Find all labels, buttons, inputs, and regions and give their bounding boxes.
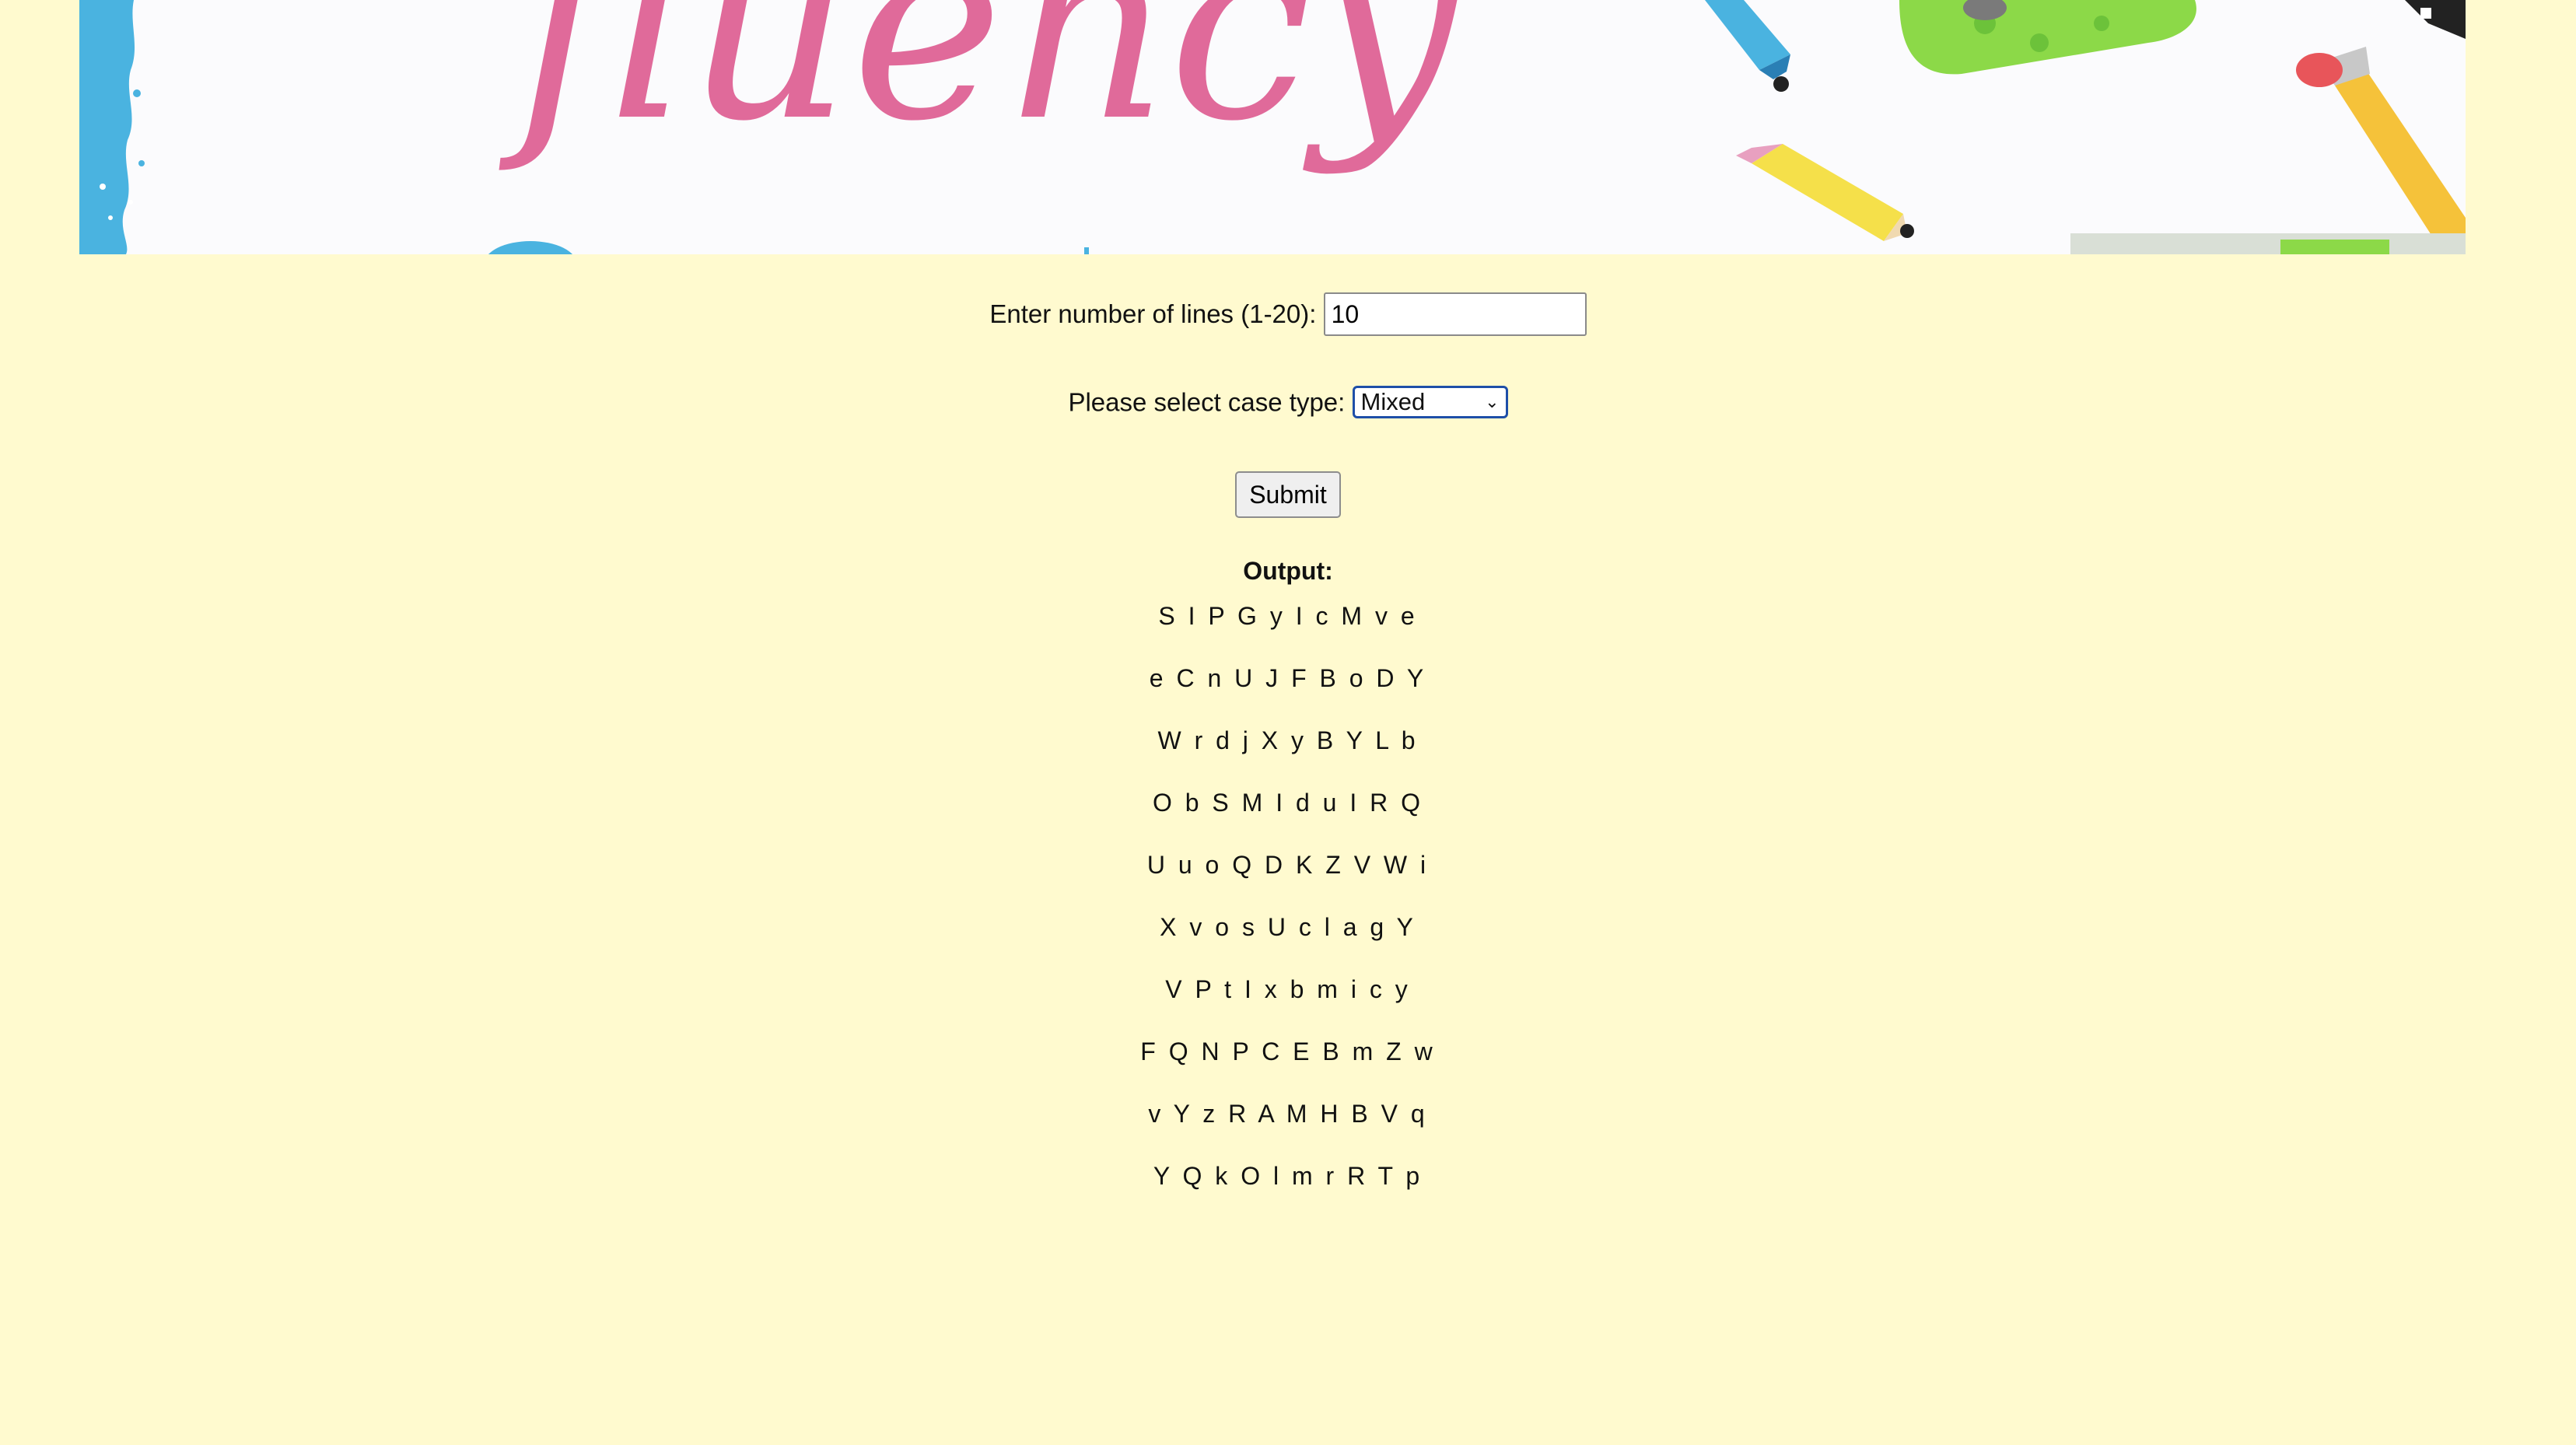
case-type-select[interactable]: Mixed ⌄: [1352, 386, 1508, 419]
output-line: v Y z R A M H B V q: [1148, 1100, 1428, 1128]
case-select-value: Mixed: [1360, 388, 1426, 416]
pencil-icon: [1736, 144, 1914, 241]
pencil-right-icon: [2296, 47, 2466, 254]
header-banner: fluency: [79, 0, 2466, 254]
output-line: F Q N P C E B m Z w: [1140, 1037, 1436, 1065]
output-section: Output: S I P G y I c M v e e C n U J F …: [0, 557, 2576, 1223]
submit-button[interactable]: Submit: [1235, 471, 1341, 518]
chevron-down-icon: ⌄: [1485, 392, 1500, 412]
output-line: W r d j X y B Y L b: [1157, 726, 1419, 754]
banner-illustration: fluency: [79, 0, 2466, 254]
output-line: Y Q k O l m r R T p: [1153, 1162, 1423, 1190]
blue-marker-icon: [1705, 0, 1790, 92]
output-line: X v o s U c l a g Y: [1160, 913, 1416, 941]
submit-row: Submit: [0, 471, 2576, 518]
output-title: Output:: [1243, 557, 1333, 585]
banner-title: fluency: [499, 0, 1461, 177]
output-line: O b S M I d u I R Q: [1152, 789, 1424, 817]
lines-label: Enter number of lines (1-20):: [989, 299, 1317, 328]
eraser-icon: [1899, 0, 2196, 75]
output-line: S I P G y I c M v e: [1158, 602, 1418, 630]
output-line: e C n U J F B o D Y: [1149, 664, 1427, 692]
lines-input[interactable]: [1323, 292, 1587, 336]
case-label: Please select case type:: [1068, 387, 1346, 417]
blue-paint-edge: [79, 0, 135, 254]
output-line: V P t I x b m i c y: [1165, 975, 1411, 1003]
output-line: U u o Q D K Z V W i: [1146, 851, 1430, 879]
lines-row: Enter number of lines (1-20):: [0, 292, 2576, 336]
case-row: Please select case type: Mixed ⌄: [0, 386, 2576, 419]
